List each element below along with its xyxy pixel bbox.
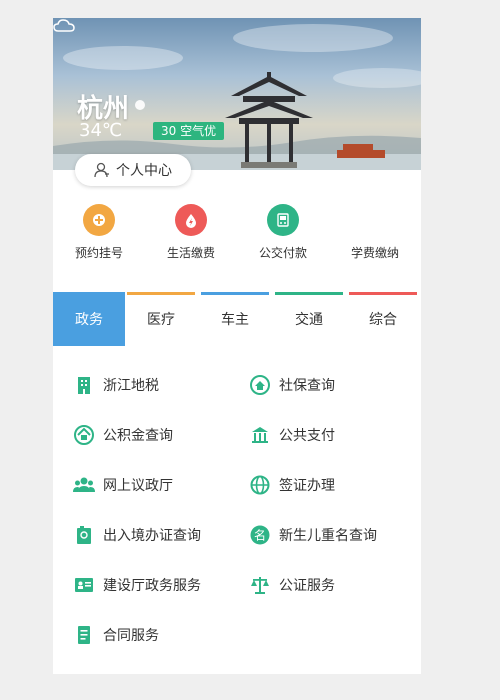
tab-label: 综合	[369, 312, 397, 328]
app-screen: 杭州 34℃ 30 空气优 个人中心 预约挂号 生活缴费 公交付款 学费缴纳 政…	[53, 18, 421, 674]
location-icon	[135, 100, 145, 110]
tab-indicator	[275, 292, 343, 295]
service-zhejiang-tax[interactable]: 浙江地税	[73, 374, 159, 396]
service-contract[interactable]: 合同服务	[73, 624, 159, 646]
tab-label: 政务	[75, 312, 103, 328]
air-quality-badge: 30 空气优	[153, 122, 225, 140]
quick-action-appointment[interactable]: 预约挂号	[53, 204, 145, 261]
service-construction-dept[interactable]: 建设厅政务服务	[73, 574, 201, 596]
quick-action-label: 公交付款	[258, 246, 307, 260]
service-label: 社保查询	[279, 378, 335, 394]
service-label: 签证办理	[279, 478, 335, 494]
tab-indicator	[127, 292, 195, 295]
quick-action-label: 预约挂号	[74, 246, 123, 260]
service-online-forum[interactable]: 网上议政厅	[73, 474, 173, 496]
profile-center-label: 个人中心	[116, 163, 172, 179]
bank-icon	[249, 424, 271, 446]
house-fund-icon	[73, 424, 95, 446]
service-label: 公共支付	[279, 428, 335, 444]
service-label: 合同服务	[103, 628, 159, 644]
category-tabs: 政务 医疗 车主 交通 综合	[53, 292, 421, 346]
service-label: 新生儿重名查询	[279, 528, 377, 544]
quick-action-label: 学费缴纳	[350, 246, 399, 260]
quick-action-tuition[interactable]: 学费缴纳	[329, 204, 421, 261]
utility-drop-icon	[175, 204, 207, 236]
tab-label: 医疗	[147, 312, 175, 328]
service-newborn-name[interactable]: 名 新生儿重名查询	[249, 524, 377, 546]
tab-indicator	[349, 292, 417, 295]
profile-center-button[interactable]: 个人中心	[75, 154, 191, 186]
quick-action-label: 生活缴费	[166, 246, 215, 260]
service-label: 出入境办证查询	[103, 528, 201, 544]
people-icon	[73, 474, 95, 496]
tab-medical[interactable]: 医疗	[125, 292, 197, 346]
tab-traffic[interactable]: 交通	[273, 292, 345, 346]
service-notary[interactable]: 公证服务	[249, 574, 335, 596]
home-shield-icon	[249, 374, 271, 396]
weather-banner: 杭州 34℃ 30 空气优	[53, 18, 421, 170]
service-visa[interactable]: 签证办理	[249, 474, 335, 496]
service-label: 网上议政厅	[103, 478, 173, 494]
service-label: 公证服务	[279, 578, 335, 594]
svg-text:名: 名	[254, 528, 266, 543]
service-label: 建设厅政务服务	[103, 578, 201, 594]
tab-government[interactable]: 政务	[53, 292, 125, 346]
service-social-security[interactable]: 社保查询	[249, 374, 335, 396]
user-icon	[94, 162, 109, 178]
document-icon	[73, 624, 95, 646]
name-badge-icon: 名	[249, 524, 271, 546]
quick-actions: 预约挂号 生活缴费 公交付款 学费缴纳	[53, 204, 421, 264]
tab-label: 车主	[221, 312, 249, 328]
globe-icon	[249, 474, 271, 496]
bus-card-icon	[267, 204, 299, 236]
quick-action-bus-payment[interactable]: 公交付款	[237, 204, 329, 261]
tab-general[interactable]: 综合	[347, 292, 419, 346]
building-icon	[73, 374, 95, 396]
cloud-icon	[53, 19, 75, 32]
service-label: 公积金查询	[103, 428, 173, 444]
tab-indicator	[201, 292, 269, 295]
quick-action-utilities[interactable]: 生活缴费	[145, 204, 237, 261]
service-public-payment[interactable]: 公共支付	[249, 424, 335, 446]
passport-icon	[73, 524, 95, 546]
tab-label: 交通	[295, 312, 323, 328]
scales-icon	[249, 574, 271, 596]
service-exit-entry[interactable]: 出入境办证查询	[73, 524, 201, 546]
tuition-icon	[359, 204, 391, 236]
id-card-icon	[73, 574, 95, 596]
service-label: 浙江地税	[103, 378, 159, 394]
clinic-icon	[83, 204, 115, 236]
service-housing-fund[interactable]: 公积金查询	[73, 424, 173, 446]
tab-car-owner[interactable]: 车主	[199, 292, 271, 346]
temperature: 34℃	[79, 120, 123, 141]
